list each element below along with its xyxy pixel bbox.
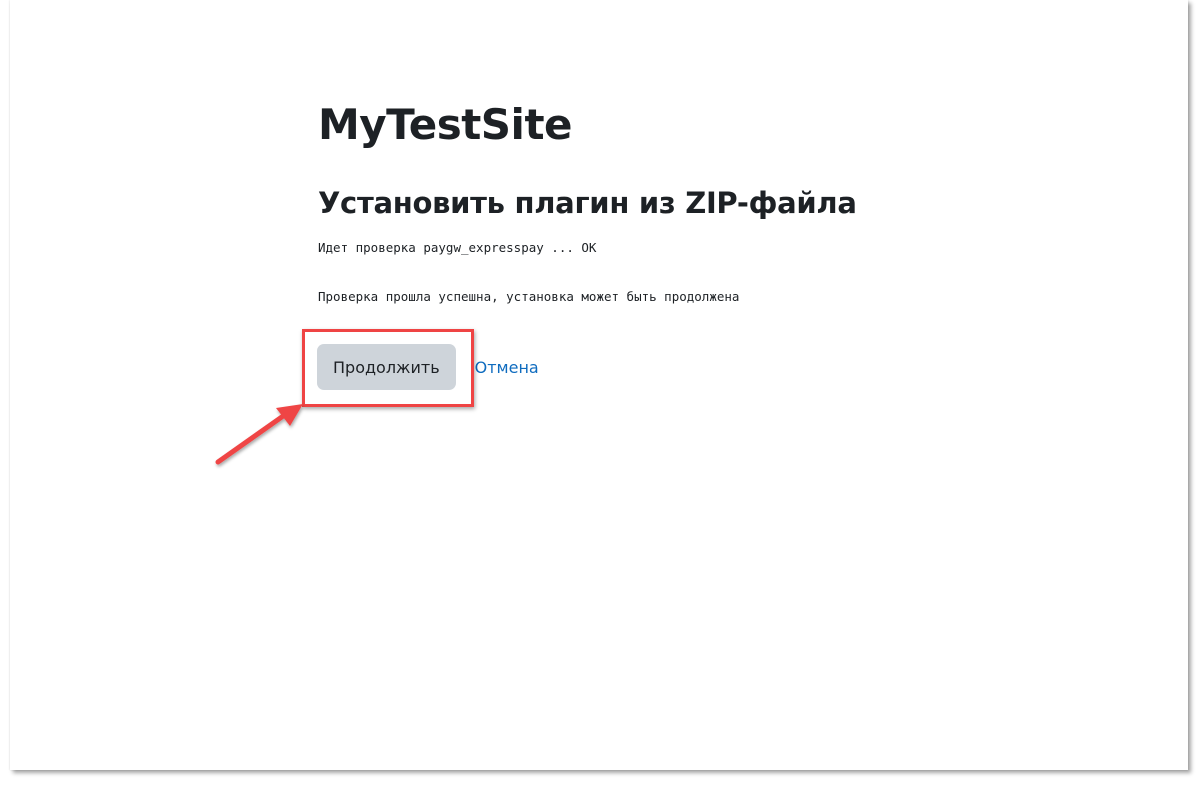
main-content: MyTestSite Установить плагин из ZIP-файл… bbox=[318, 94, 1078, 306]
page-heading: Установить плагин из ZIP-файла bbox=[318, 186, 857, 220]
log-line-check: Идет проверка paygw_expresspay ... OK bbox=[318, 240, 597, 255]
continue-button[interactable]: Продолжить bbox=[317, 344, 456, 390]
site-title: MyTestSite bbox=[318, 100, 573, 149]
action-bar: Продолжить Отмена bbox=[317, 344, 539, 390]
log-line-result: Проверка прошла успешна, установка может… bbox=[318, 289, 740, 304]
verification-log: Идет проверка paygw_expresspay ... OK Пр… bbox=[318, 239, 1078, 306]
cancel-link[interactable]: Отмена bbox=[475, 358, 539, 377]
log-spacer bbox=[318, 257, 1078, 288]
